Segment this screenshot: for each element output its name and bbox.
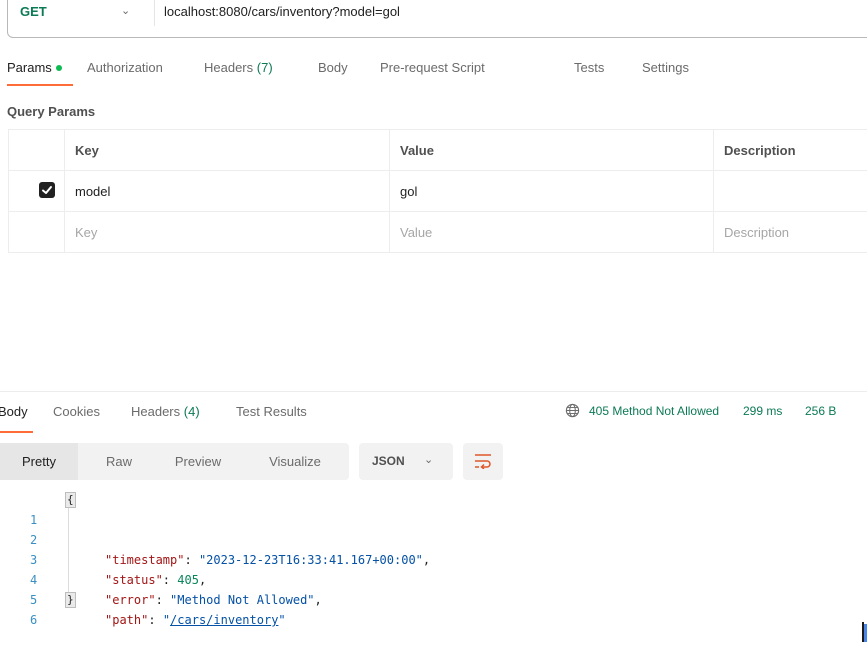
line-number: 1 <box>30 510 50 530</box>
json-entry-status: "status": 405, <box>105 570 206 590</box>
line-number: 5 <box>30 590 50 610</box>
json-comma: , <box>199 573 206 587</box>
json-quote: " <box>278 613 285 627</box>
code-line: 5 "path": "/cars/inventory" <box>0 570 29 590</box>
response-tab-test-results[interactable]: Test Results <box>236 404 307 419</box>
response-size[interactable]: 256 B <box>805 404 836 418</box>
status-code[interactable]: 405 Method Not Allowed <box>589 404 719 418</box>
line-number: 2 <box>30 530 50 550</box>
json-comma: , <box>423 553 430 567</box>
format-select[interactable]: JSON ⌄ <box>359 443 453 480</box>
column-header-description: Description <box>714 130 867 171</box>
json-entry-path: "path": "/cars/inventory" <box>105 610 286 630</box>
response-divider[interactable] <box>0 391 867 392</box>
url-divider <box>154 0 155 26</box>
view-pretty-button[interactable]: Pretty <box>0 443 78 480</box>
view-mode-group: Pretty Raw Preview Visualize <box>0 443 349 480</box>
fold-gutter-line <box>68 500 69 600</box>
wrap-lines-icon <box>474 453 492 469</box>
response-tab-headers[interactable]: Headers (4) <box>131 404 200 419</box>
json-key: "status" <box>105 573 163 587</box>
json-entry-error: "error": "Method Not Allowed", <box>105 590 322 610</box>
response-tabs: Body Cookies Headers (4) Test Results 40… <box>0 404 867 434</box>
param-description-cell[interactable] <box>714 171 867 212</box>
tab-headers-count: (7) <box>257 60 273 75</box>
view-visualize-button[interactable]: Visualize <box>250 443 340 480</box>
query-params-title: Query Params <box>7 104 95 119</box>
code-line: 6 } <box>0 590 29 610</box>
json-key: "timestamp" <box>105 553 184 567</box>
format-label: JSON <box>372 454 405 468</box>
json-key: "path" <box>105 613 148 627</box>
column-header-value: Value <box>390 130 714 171</box>
line-number: 6 <box>30 610 50 630</box>
line-number: 3 <box>30 550 50 570</box>
response-tab-body[interactable]: Body <box>0 404 28 419</box>
view-preview-button[interactable]: Preview <box>158 443 238 480</box>
json-key: "error" <box>105 593 156 607</box>
tab-body[interactable]: Body <box>318 60 348 75</box>
json-entry-timestamp: "timestamp": "2023-12-23T16:33:41.167+00… <box>105 550 430 570</box>
code-line: 1 { <box>0 490 29 510</box>
active-tab-indicator <box>7 84 73 86</box>
chevron-down-icon[interactable]: ⌄ <box>121 4 130 17</box>
response-tab-headers-count: (4) <box>184 404 200 419</box>
tab-settings[interactable]: Settings <box>642 60 689 75</box>
response-active-tab-indicator <box>0 431 33 433</box>
tab-tests[interactable]: Tests <box>574 60 604 75</box>
open-brace[interactable]: { <box>65 492 76 508</box>
new-description-input[interactable]: Description <box>714 212 867 253</box>
new-key-input[interactable]: Key <box>65 212 390 253</box>
table-row: model gol <box>9 171 867 212</box>
response-tab-cookies[interactable]: Cookies <box>53 404 100 419</box>
param-value-cell[interactable]: gol <box>390 171 714 212</box>
tab-headers[interactable]: Headers (7) <box>204 60 273 75</box>
json-value: 405 <box>177 573 199 587</box>
checkmark-icon <box>41 184 53 196</box>
header-checkbox-cell <box>9 130 65 171</box>
json-comma: , <box>315 593 322 607</box>
param-key-cell[interactable]: model <box>65 171 390 212</box>
tab-params[interactable]: Params <box>7 60 62 75</box>
new-row-checkbox-cell <box>9 212 65 253</box>
param-enabled-checkbox[interactable] <box>39 182 55 198</box>
json-value: "Method Not Allowed" <box>170 593 315 607</box>
chevron-down-icon: ⌄ <box>424 453 433 466</box>
params-active-dot <box>56 65 62 71</box>
view-raw-button[interactable]: Raw <box>88 443 150 480</box>
column-header-key: Key <box>65 130 390 171</box>
url-input[interactable]: localhost:8080/cars/inventory?model=gol <box>164 4 400 19</box>
row-checkbox-cell <box>9 171 65 212</box>
globe-icon[interactable] <box>565 403 580 418</box>
json-quote: " <box>163 613 170 627</box>
table-row-new: Key Value Description <box>9 212 867 253</box>
new-value-input[interactable]: Value <box>390 212 714 253</box>
wrap-lines-button[interactable] <box>463 443 503 480</box>
code-line: 4 "error": "Method Not Allowed", <box>0 550 29 570</box>
response-tab-headers-label: Headers <box>131 404 180 419</box>
tab-params-label: Params <box>7 60 52 75</box>
query-params-table: Key Value Description model gol Key Valu… <box>8 129 867 253</box>
json-value: "2023-12-23T16:33:41.167+00:00" <box>199 553 423 567</box>
path-link[interactable]: /cars/inventory <box>170 613 278 627</box>
table-header-row: Key Value Description <box>9 130 867 171</box>
code-line: 3 "status": 405, <box>0 530 29 550</box>
tab-headers-label: Headers <box>204 60 253 75</box>
request-url-bar: GET ⌄ localhost:8080/cars/inventory?mode… <box>7 0 867 38</box>
line-number: 4 <box>30 570 50 590</box>
close-brace[interactable]: } <box>65 592 76 608</box>
code-line: 2 "timestamp": "2023-12-23T16:33:41.167+… <box>0 510 29 530</box>
tab-authorization[interactable]: Authorization <box>87 60 163 75</box>
http-method-select[interactable]: GET <box>20 4 47 19</box>
response-time[interactable]: 299 ms <box>743 404 782 418</box>
tab-pre-request-script[interactable]: Pre-request Script <box>380 60 485 75</box>
